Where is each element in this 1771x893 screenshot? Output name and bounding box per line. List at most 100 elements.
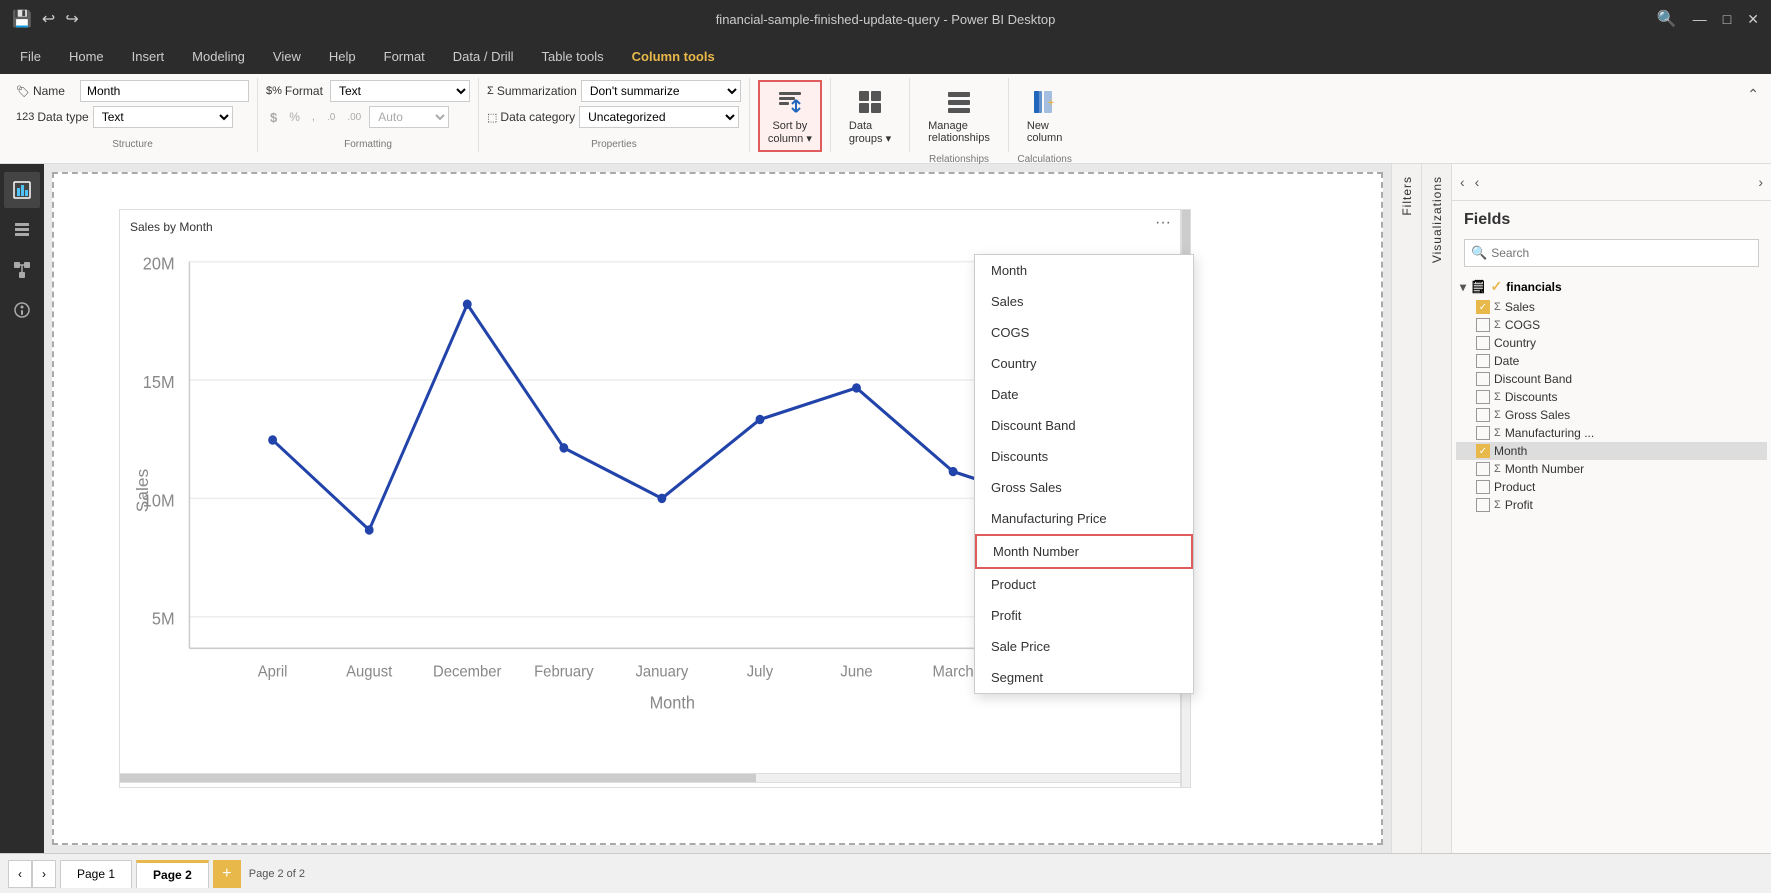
dropdown-item-discount-band[interactable]: Discount Band <box>975 410 1193 441</box>
field-profit[interactable]: Σ Profit <box>1456 496 1767 514</box>
redo-icon[interactable]: ↪ <box>65 9 78 29</box>
chart-scrollbar[interactable] <box>119 773 1181 783</box>
name-input[interactable] <box>80 80 249 102</box>
left-icon-other[interactable] <box>4 292 40 328</box>
data-groups-btn[interactable]: Datagroups ▾ <box>839 80 901 151</box>
menu-format[interactable]: Format <box>372 45 437 68</box>
field-checkbox-month[interactable]: ✓ <box>1476 444 1490 458</box>
menu-column-tools[interactable]: Column tools <box>620 45 727 68</box>
field-checkbox-sales[interactable]: ✓ <box>1476 300 1490 314</box>
field-product[interactable]: Product <box>1456 478 1767 496</box>
dropdown-item-discounts[interactable]: Discounts <box>975 441 1193 472</box>
datatype-field-row: 123 Data type Text <box>16 106 233 128</box>
left-icon-model[interactable] <box>4 252 40 288</box>
field-cogs[interactable]: Σ COGS <box>1456 316 1767 334</box>
field-checkbox-discount-band[interactable] <box>1476 372 1490 386</box>
datatype-select[interactable]: Text <box>93 106 233 128</box>
ribbon-group-relationships: Managerelationships Relationships <box>910 78 1009 152</box>
field-checkbox-discounts[interactable] <box>1476 390 1490 404</box>
field-checkbox-month-number[interactable] <box>1476 462 1490 476</box>
manage-relationships-icon <box>943 86 975 118</box>
dropdown-item-country[interactable]: Country <box>975 348 1193 379</box>
field-sales[interactable]: ✓ Σ Sales <box>1456 298 1767 316</box>
new-column-btn[interactable]: + Newcolumn <box>1017 80 1072 150</box>
dec-up-btn[interactable]: .00 <box>343 107 365 127</box>
menu-insert[interactable]: Insert <box>120 45 177 68</box>
nav-right-btn[interactable]: › <box>1754 172 1767 192</box>
field-group-financials[interactable]: ▾ 🗒 ✓ financials <box>1456 275 1767 298</box>
close-btn[interactable]: ✕ <box>1747 11 1759 28</box>
field-checkbox-gross-sales[interactable] <box>1476 408 1490 422</box>
field-country[interactable]: Country <box>1456 334 1767 352</box>
menu-table-tools[interactable]: Table tools <box>529 45 615 68</box>
dropdown-item-gross-sales[interactable]: Gross Sales <box>975 472 1193 503</box>
field-checkbox-profit[interactable] <box>1476 498 1490 512</box>
page-tab-1[interactable]: Page 1 <box>60 860 132 888</box>
save-icon[interactable]: 💾 <box>12 9 32 29</box>
svg-text:20M: 20M <box>143 254 175 274</box>
add-page-btn[interactable]: + <box>213 860 241 888</box>
dropdown-item-sales[interactable]: Sales <box>975 286 1193 317</box>
minimize-btn[interactable]: — <box>1693 11 1707 27</box>
field-checkbox-country[interactable] <box>1476 336 1490 350</box>
format-select[interactable]: Text <box>330 80 470 102</box>
nav-left-btn[interactable]: ‹ <box>1456 172 1469 192</box>
auto-select[interactable]: Auto <box>369 106 449 128</box>
name-field-row: 🏷 Name <box>16 80 249 102</box>
fields-title: Fields <box>1452 201 1771 239</box>
dec-down-btn[interactable]: .0 <box>323 107 339 127</box>
dropdown-item-cogs[interactable]: COGS <box>975 317 1193 348</box>
field-gross-sales[interactable]: Σ Gross Sales <box>1456 406 1767 424</box>
field-month[interactable]: ✓ Month <box>1456 442 1767 460</box>
field-discount-band[interactable]: Discount Band <box>1456 370 1767 388</box>
menu-home[interactable]: Home <box>57 45 116 68</box>
field-checkbox-date[interactable] <box>1476 354 1490 368</box>
chart-options-btn[interactable]: ··· <box>1155 214 1171 232</box>
field-sigma-cogs: Σ <box>1494 319 1501 331</box>
menu-help[interactable]: Help <box>317 45 368 68</box>
field-month-number[interactable]: Σ Month Number <box>1456 460 1767 478</box>
comma-btn[interactable]: , <box>308 107 319 127</box>
dropdown-item-profit[interactable]: Profit <box>975 600 1193 631</box>
search-input[interactable] <box>1491 246 1752 260</box>
datacategory-select[interactable]: Uncategorized <box>579 106 739 128</box>
dropdown-item-manufacturing-price[interactable]: Manufacturing Price <box>975 503 1193 534</box>
field-label-product: Product <box>1494 480 1535 494</box>
left-icon-data[interactable] <box>4 212 40 248</box>
menu-file[interactable]: File <box>8 45 53 68</box>
sort-by-column-btn[interactable]: Sort bycolumn ▾ <box>758 80 822 152</box>
dropdown-item-segment[interactable]: Segment <box>975 662 1193 693</box>
field-checkbox-manufacturing[interactable] <box>1476 426 1490 440</box>
svg-text:March: March <box>932 663 973 681</box>
summarization-select[interactable]: Don't summarize <box>581 80 741 102</box>
dropdown-item-month-number[interactable]: Month Number <box>975 534 1193 569</box>
page-prev-btn[interactable]: ‹ <box>8 860 32 888</box>
page-next-btn[interactable]: › <box>32 860 56 888</box>
field-checkbox-product[interactable] <box>1476 480 1490 494</box>
dropdown-item-sale-price[interactable]: Sale Price <box>975 631 1193 662</box>
maximize-btn[interactable]: □ <box>1723 11 1731 27</box>
field-label-month: Month <box>1494 444 1527 458</box>
percent-btn[interactable]: % <box>285 107 304 127</box>
ribbon-collapse-btn[interactable]: ⌃ <box>1743 82 1763 107</box>
dropdown-item-product[interactable]: Product <box>975 569 1193 600</box>
field-discounts[interactable]: Σ Discounts <box>1456 388 1767 406</box>
left-icon-report[interactable] <box>4 172 40 208</box>
nav-arrows: ‹ ‹ › <box>1452 164 1771 201</box>
undo-icon[interactable]: ↩ <box>42 9 55 29</box>
svg-text:December: December <box>433 663 501 681</box>
menu-data-drill[interactable]: Data / Drill <box>441 45 526 68</box>
manage-relationships-btn[interactable]: Managerelationships <box>918 80 1000 150</box>
search-box[interactable]: 🔍 <box>1464 239 1759 267</box>
dropdown-item-month[interactable]: Month <box>975 255 1193 286</box>
page-tab-2[interactable]: Page 2 <box>136 860 209 888</box>
field-manufacturing[interactable]: Σ Manufacturing ... <box>1456 424 1767 442</box>
menu-view[interactable]: View <box>261 45 313 68</box>
dropdown-item-date[interactable]: Date <box>975 379 1193 410</box>
field-checkbox-cogs[interactable] <box>1476 318 1490 332</box>
menu-modeling[interactable]: Modeling <box>180 45 257 68</box>
currency-btn[interactable]: $ <box>266 107 281 127</box>
field-date[interactable]: Date <box>1456 352 1767 370</box>
search-icon[interactable]: 🔍 <box>1657 9 1677 29</box>
nav-left2-btn[interactable]: ‹ <box>1471 172 1484 192</box>
